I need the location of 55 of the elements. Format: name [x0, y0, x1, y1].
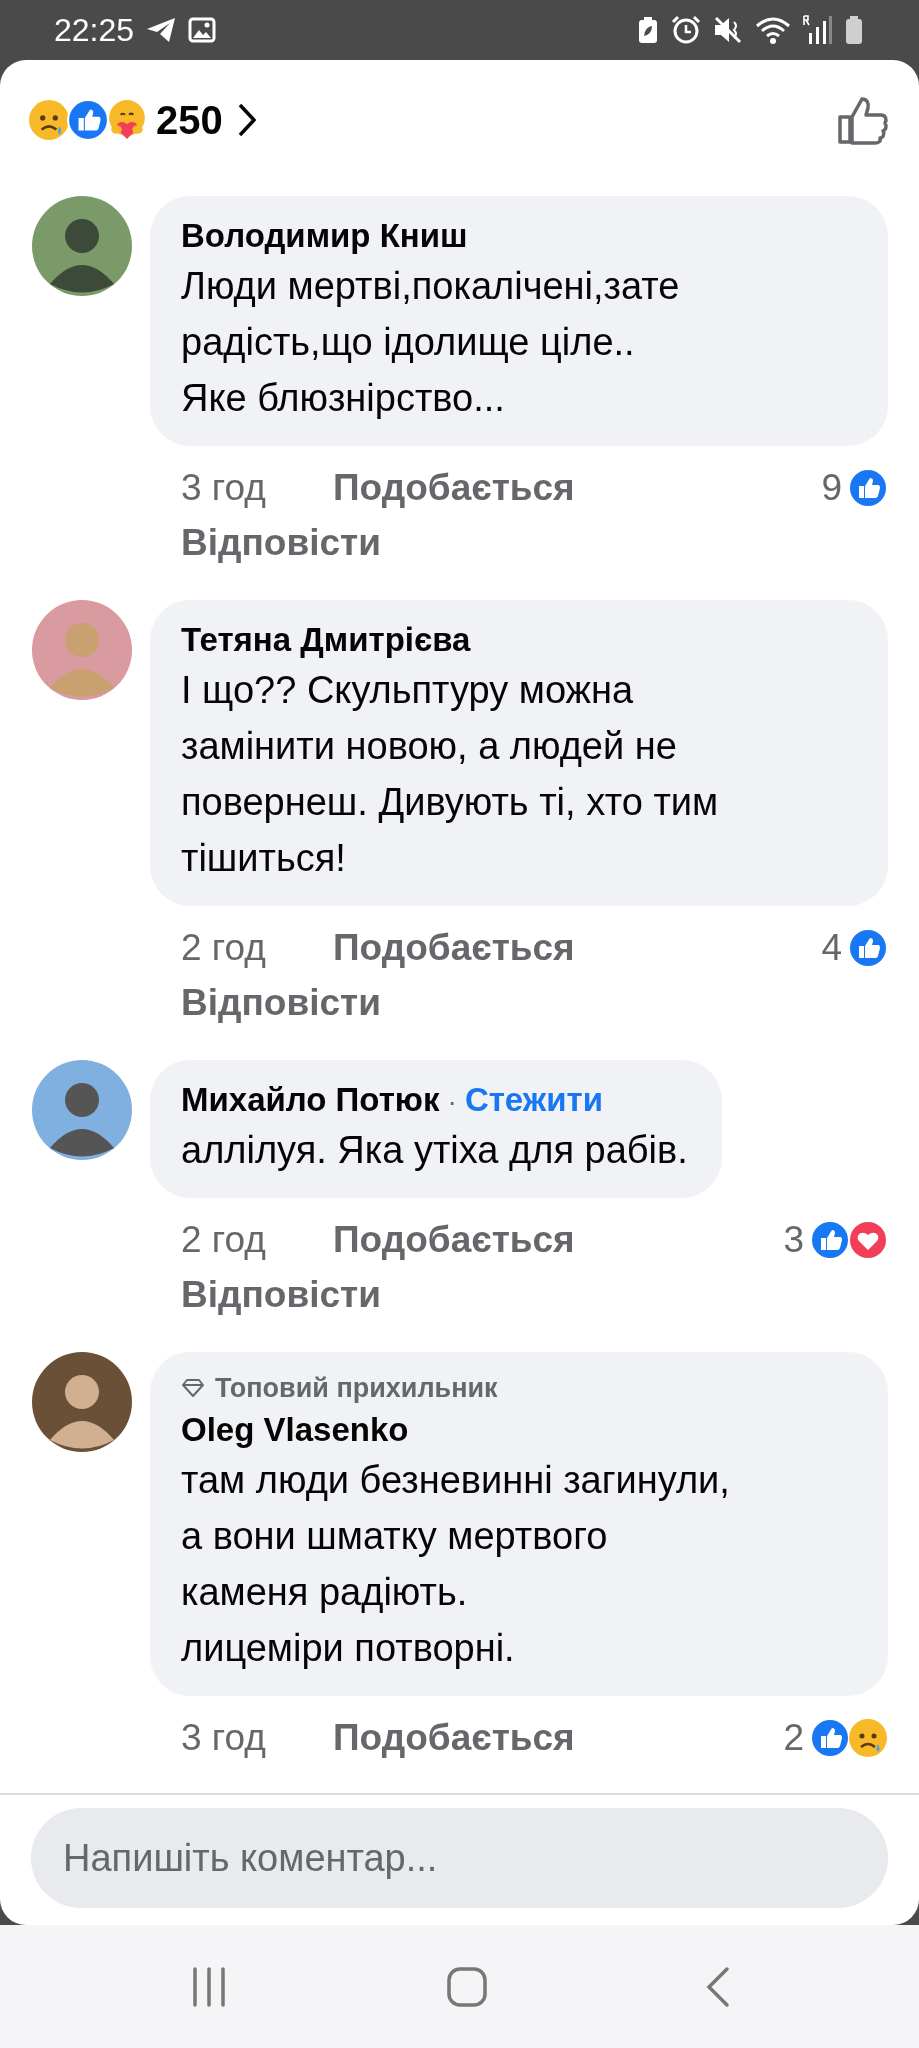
back-icon[interactable]	[704, 1965, 731, 2008]
author-name[interactable]: Михайло Потюк	[181, 1078, 440, 1122]
like-reaction-icon	[848, 468, 888, 508]
like-link[interactable]: Подобається	[333, 1717, 575, 1759]
like-link[interactable]: Подобається	[333, 1219, 575, 1261]
status-time: 22:25	[54, 11, 135, 49]
avatar[interactable]	[32, 1352, 132, 1452]
follow-link[interactable]: Стежити	[464, 1078, 603, 1122]
fan-label: Топовий прихильник	[215, 1372, 498, 1405]
battery-saver-icon	[637, 16, 659, 44]
like-reaction-icon	[67, 99, 109, 141]
mute-icon	[713, 16, 743, 44]
comment-field[interactable]: Напишіть коментар...	[31, 1808, 888, 1908]
hug-face-icon	[106, 99, 148, 141]
like-reaction-icon	[810, 1220, 850, 1260]
reply-link[interactable]: Відповісти	[181, 522, 381, 564]
like-link[interactable]: Подобається	[333, 467, 575, 509]
comment-time: 3 год	[181, 1717, 267, 1759]
author-name[interactable]: Oleg Vlasenko	[181, 1408, 409, 1452]
diamond-icon	[181, 1378, 205, 1398]
image-icon	[188, 17, 217, 43]
avatar[interactable]	[32, 1060, 132, 1160]
author-name[interactable]: Володимир Книш	[181, 214, 468, 258]
reaction-summary[interactable]	[28, 99, 148, 141]
alarm-icon	[671, 15, 701, 45]
sad-face-icon	[848, 1718, 888, 1758]
sad-face-icon	[28, 99, 70, 141]
reply-link[interactable]: Відповісти	[181, 982, 381, 1024]
separator-dot: ·	[447, 1086, 457, 1118]
comment-time: 2 год	[181, 927, 267, 969]
home-icon[interactable]	[445, 1965, 488, 2008]
comment-text: І що?? Скульптуру можна замінити новою, а людей не повернеш. Дивують ті, хто тим тішиться!	[181, 668, 719, 881]
comment-text: Люди мертві,покалічені,зате радість,що ідолище ціле.. Яке блюзнірство...	[181, 264, 680, 421]
reaction-count[interactable]: 250	[156, 97, 223, 143]
like-reaction-icon	[810, 1718, 850, 1758]
comment-time: 3 год	[181, 467, 267, 509]
like-link[interactable]: Подобається	[333, 927, 575, 969]
reply-link[interactable]: Відповісти	[181, 1274, 381, 1316]
reaction-count[interactable]: 9	[821, 467, 842, 509]
author-name[interactable]: Тетяна Дмитрієва	[181, 618, 471, 662]
reaction-count[interactable]: 4	[821, 927, 842, 969]
reaction-count[interactable]: 2	[783, 1717, 804, 1759]
chevron-right-icon[interactable]	[236, 102, 257, 138]
avatar[interactable]	[32, 196, 132, 296]
wifi-icon	[755, 15, 791, 45]
signal-icon	[803, 15, 833, 45]
like-reaction-icon	[848, 928, 888, 968]
heart-reaction-icon	[848, 1220, 888, 1260]
comment-text: там люди безневинні загинули, а вони шматку мертвого каменя радіють. лицеміри потворні.	[181, 1458, 730, 1671]
reaction-count[interactable]: 3	[783, 1219, 804, 1261]
comment-time: 2 год	[181, 1219, 267, 1261]
battery-icon	[845, 15, 863, 45]
paper-plane-icon	[146, 17, 177, 43]
thumbs-up-icon[interactable]	[837, 95, 889, 145]
comment-text: аллілуя. Яка утіха для рабів.	[181, 1128, 688, 1173]
